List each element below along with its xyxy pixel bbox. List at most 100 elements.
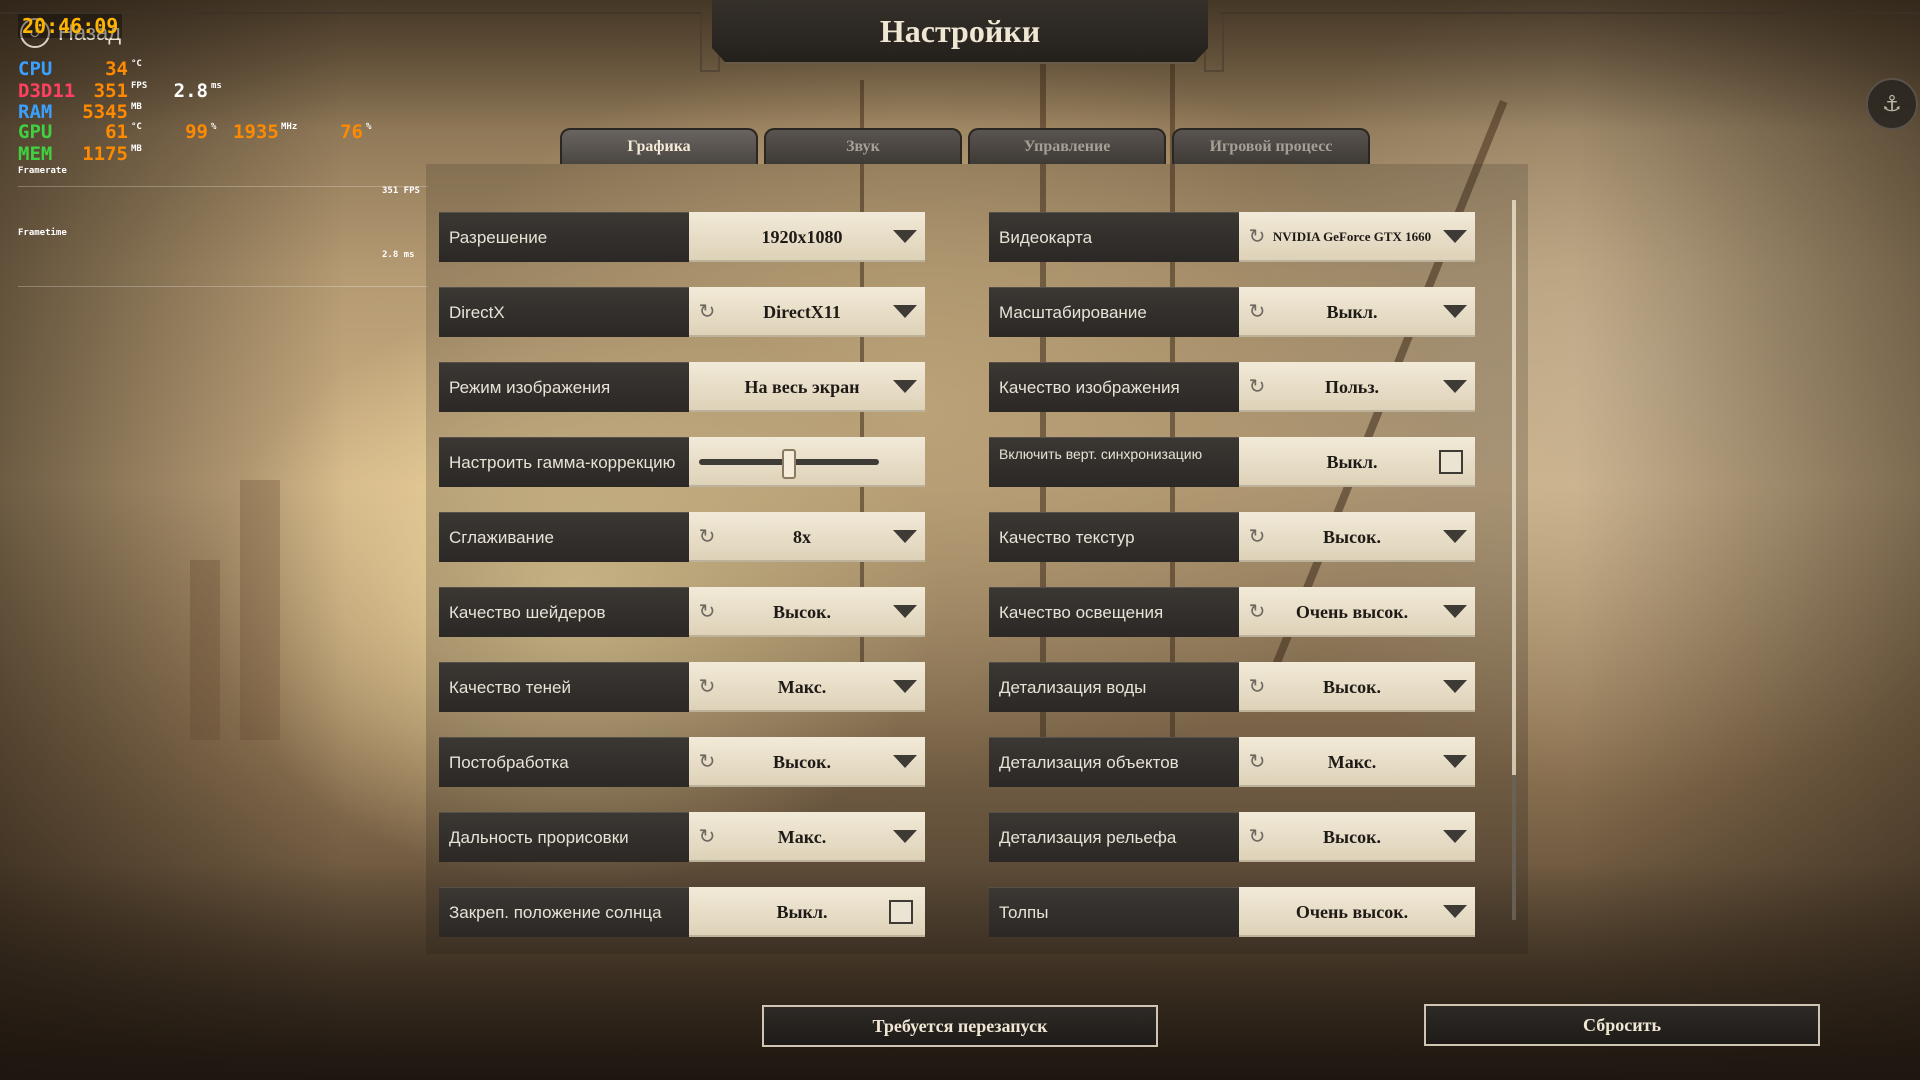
setting-dropdown[interactable]: ↻ Польз. [1239,362,1475,412]
reset-icon[interactable]: ↻ [695,675,719,699]
chevron-down-icon[interactable] [893,305,917,318]
setting-dropdown[interactable]: ↻ Выкл. [1239,287,1475,337]
setting-value: Макс. [777,826,827,847]
perf-value: 351 [93,80,128,102]
reset-icon[interactable]: ↻ [1245,225,1269,249]
setting-dropdown[interactable]: ↻ Очень высок. [1239,587,1475,637]
setting-row-качество-теней: Качество теней ↻ Макс. [439,662,925,712]
reset-icon[interactable]: ↻ [1245,525,1269,549]
reset-icon[interactable]: ↻ [1245,750,1269,774]
perf-unit: MB [131,102,142,112]
setting-dropdown[interactable]: ↻ DirectX11 [689,287,925,337]
perf-unit: ms [211,81,222,91]
tab-игровой-процесс[interactable]: Игровой процесс [1172,128,1370,164]
perf-unit: % [366,122,372,132]
tab-графика[interactable]: Графика [560,128,758,164]
setting-label: Настроить гамма-коррекцию [439,437,689,487]
graph-fps-label: 351 FPS [382,186,420,196]
checkbox[interactable] [889,900,913,924]
network-icon[interactable]: ⚓ [1866,78,1918,130]
setting-dropdown[interactable]: 1920x1080 [689,212,925,262]
reset-icon[interactable]: ↻ [1245,825,1269,849]
chevron-down-icon[interactable] [1443,380,1467,393]
chevron-down-icon[interactable] [1443,830,1467,843]
perf-unit: °C [131,122,142,132]
setting-dropdown[interactable]: На весь экран [689,362,925,412]
reset-icon[interactable]: ↻ [695,300,719,324]
setting-label: Постобработка [439,737,689,787]
reset-icon[interactable]: ↻ [1245,375,1269,399]
tab-управление[interactable]: Управление [968,128,1166,164]
setting-value: Макс. [1327,751,1377,772]
reset-icon[interactable]: ↻ [695,825,719,849]
setting-dropdown[interactable]: ↻ Макс. [1239,737,1475,787]
chevron-down-icon[interactable] [1443,530,1467,543]
reset-icon[interactable]: ↻ [1245,600,1269,624]
clock: 20:46:09 [18,14,123,38]
reset-icon[interactable]: ↻ [695,525,719,549]
setting-row-настроить-гамма-коррекцию: Настроить гамма-коррекцию [439,437,925,487]
setting-checkbox[interactable]: Выкл. [689,887,925,937]
frametime-label: Frametime [18,228,67,238]
chevron-down-icon[interactable] [893,605,917,618]
chevron-down-icon[interactable] [893,380,917,393]
chevron-down-icon[interactable] [893,530,917,543]
setting-label: Качество теней [439,662,689,712]
settings-tabs: Графика Звук Управление Игровой процесс [560,128,1370,164]
reset-icon[interactable]: ↻ [1245,675,1269,699]
chevron-down-icon[interactable] [1443,305,1467,318]
chevron-down-icon[interactable] [1443,680,1467,693]
reset-icon[interactable]: ↻ [695,750,719,774]
setting-checkbox[interactable]: Выкл. [1239,437,1475,487]
chevron-down-icon[interactable] [1443,905,1467,918]
chevron-down-icon[interactable] [1443,755,1467,768]
setting-label: Включить верт. синхронизацию [989,437,1239,487]
setting-label: Качество текстур [989,512,1239,562]
setting-value: Высок. [1323,676,1381,697]
reset-button[interactable]: Сбросить [1424,1004,1820,1046]
setting-label: Дальность прорисовки [439,812,689,862]
page-title: Настройки [879,12,1041,49]
setting-dropdown[interactable]: ↻ Высок. [689,587,925,637]
setting-dropdown[interactable]: ↻ Макс. [689,812,925,862]
header-rule-right [1220,12,1920,14]
title-plate: Настройки [712,0,1208,64]
tab-звук[interactable]: Звук [764,128,962,164]
reset-icon[interactable]: ↻ [1245,300,1269,324]
chevron-down-icon[interactable] [893,230,917,243]
perf-value: 1935 [233,121,279,143]
graph-ms-label: 2.8 ms [382,250,415,260]
perf-key: CPU [18,58,53,80]
slider-handle[interactable] [782,449,796,479]
setting-dropdown[interactable]: ↻ Высок. [689,737,925,787]
perf-key: MEM [18,143,53,165]
setting-dropdown[interactable]: ↻ NVIDIA GeForce GTX 1660 [1239,212,1475,262]
setting-dropdown[interactable]: ↻ Высок. [1239,512,1475,562]
perf-value: 34 [105,58,128,80]
checkbox[interactable] [1439,450,1463,474]
setting-row-включить-верт-синхронизацию: Включить верт. синхронизацию Выкл. [989,437,1475,487]
perf-value: 61 [105,121,128,143]
chevron-down-icon[interactable] [893,830,917,843]
setting-value: На весь экран [744,376,860,397]
setting-dropdown[interactable]: ↻ Высок. [1239,812,1475,862]
setting-dropdown[interactable]: ↻ Высок. [1239,662,1475,712]
setting-label: Качество изображения [989,362,1239,412]
chevron-down-icon[interactable] [893,680,917,693]
chevron-down-icon[interactable] [1443,605,1467,618]
setting-row-толпы: Толпы Очень высок. [989,887,1475,937]
setting-label: Толпы [989,887,1239,937]
setting-dropdown[interactable]: Очень высок. [1239,887,1475,937]
chevron-down-icon[interactable] [1443,230,1467,243]
setting-row-детализация-рельефа: Детализация рельефа ↻ Высок. [989,812,1475,862]
setting-label: Закреп. положение солнца [439,887,689,937]
restart-required-button[interactable]: Требуется перезапуск [762,1005,1158,1047]
setting-value: Польз. [1324,376,1380,397]
chevron-down-icon[interactable] [893,755,917,768]
setting-dropdown[interactable]: ↻ Макс. [689,662,925,712]
scrollbar-track[interactable] [1512,775,1516,920]
setting-value: 1920x1080 [761,226,843,247]
setting-slider[interactable] [689,437,925,487]
reset-icon[interactable]: ↻ [695,600,719,624]
setting-dropdown[interactable]: ↻ 8x [689,512,925,562]
